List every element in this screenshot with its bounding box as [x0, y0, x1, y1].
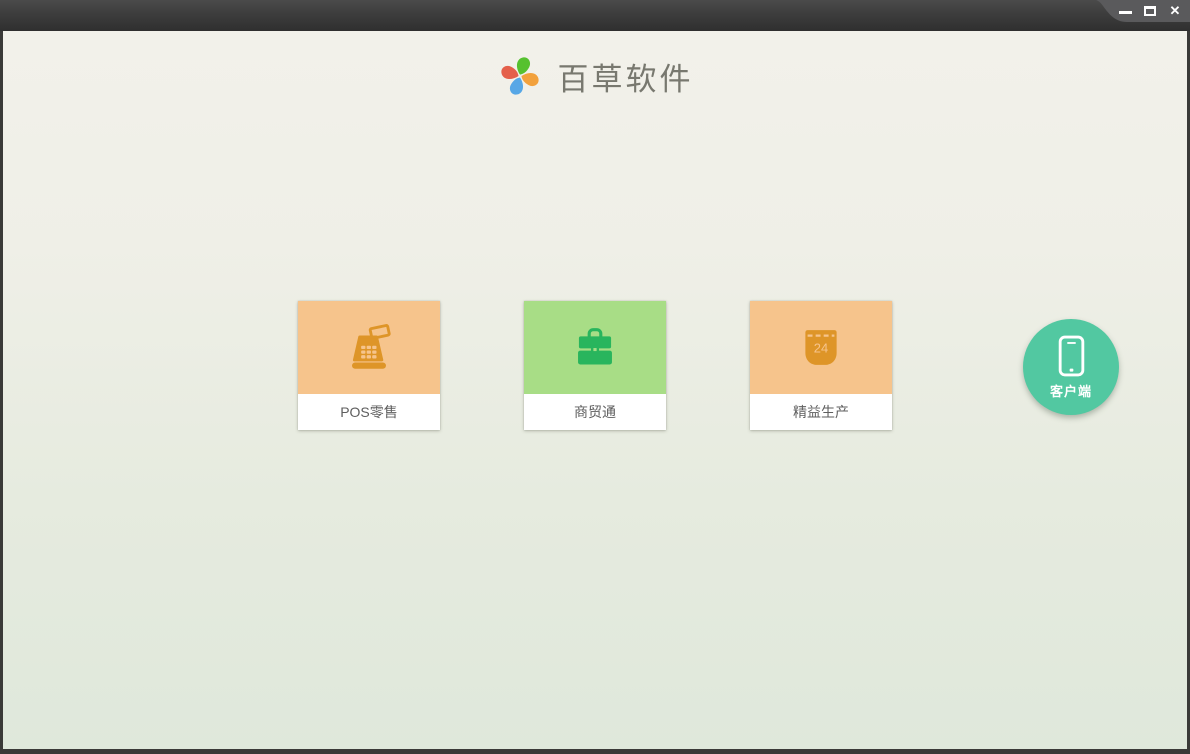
maximize-icon	[1144, 5, 1156, 16]
window-titlebar[interactable]: ✕	[0, 0, 1190, 31]
pinwheel-logo-icon	[500, 57, 539, 95]
lean-tile: 24	[750, 301, 892, 394]
product-card-pos-retail[interactable]: POS零售	[298, 301, 440, 430]
cash-register-icon	[352, 324, 391, 369]
smartphone-icon	[1058, 335, 1084, 376]
client-button[interactable]: 客户端	[1023, 319, 1119, 415]
product-card-trade[interactable]: 商贸通	[524, 301, 666, 430]
window-controls: ✕	[1117, 0, 1183, 21]
app-header: 百草软件	[3, 53, 1187, 99]
client-button-label: 客户端	[1049, 383, 1092, 399]
trade-tile	[524, 301, 666, 394]
pos-tile	[298, 301, 440, 394]
minimize-icon	[1118, 10, 1132, 14]
pos-card-label: POS零售	[298, 394, 440, 430]
close-icon: ✕	[1169, 3, 1181, 18]
trade-card-label: 商贸通	[524, 394, 666, 430]
app-title: 百草软件	[557, 61, 694, 97]
product-card-lean-production[interactable]: 24 精益生产	[750, 301, 892, 430]
main-content: 百草软件 POS零售 商贸通 24 精益生产 客户端	[3, 31, 1187, 749]
maximize-button[interactable]	[1142, 3, 1158, 19]
briefcase-icon	[578, 328, 612, 365]
calendar-day-number: 24	[814, 340, 828, 355]
close-button[interactable]: ✕	[1167, 3, 1183, 19]
calendar-icon: 24	[805, 330, 837, 365]
lean-card-label: 精益生产	[750, 394, 892, 430]
minimize-button[interactable]	[1117, 3, 1133, 19]
